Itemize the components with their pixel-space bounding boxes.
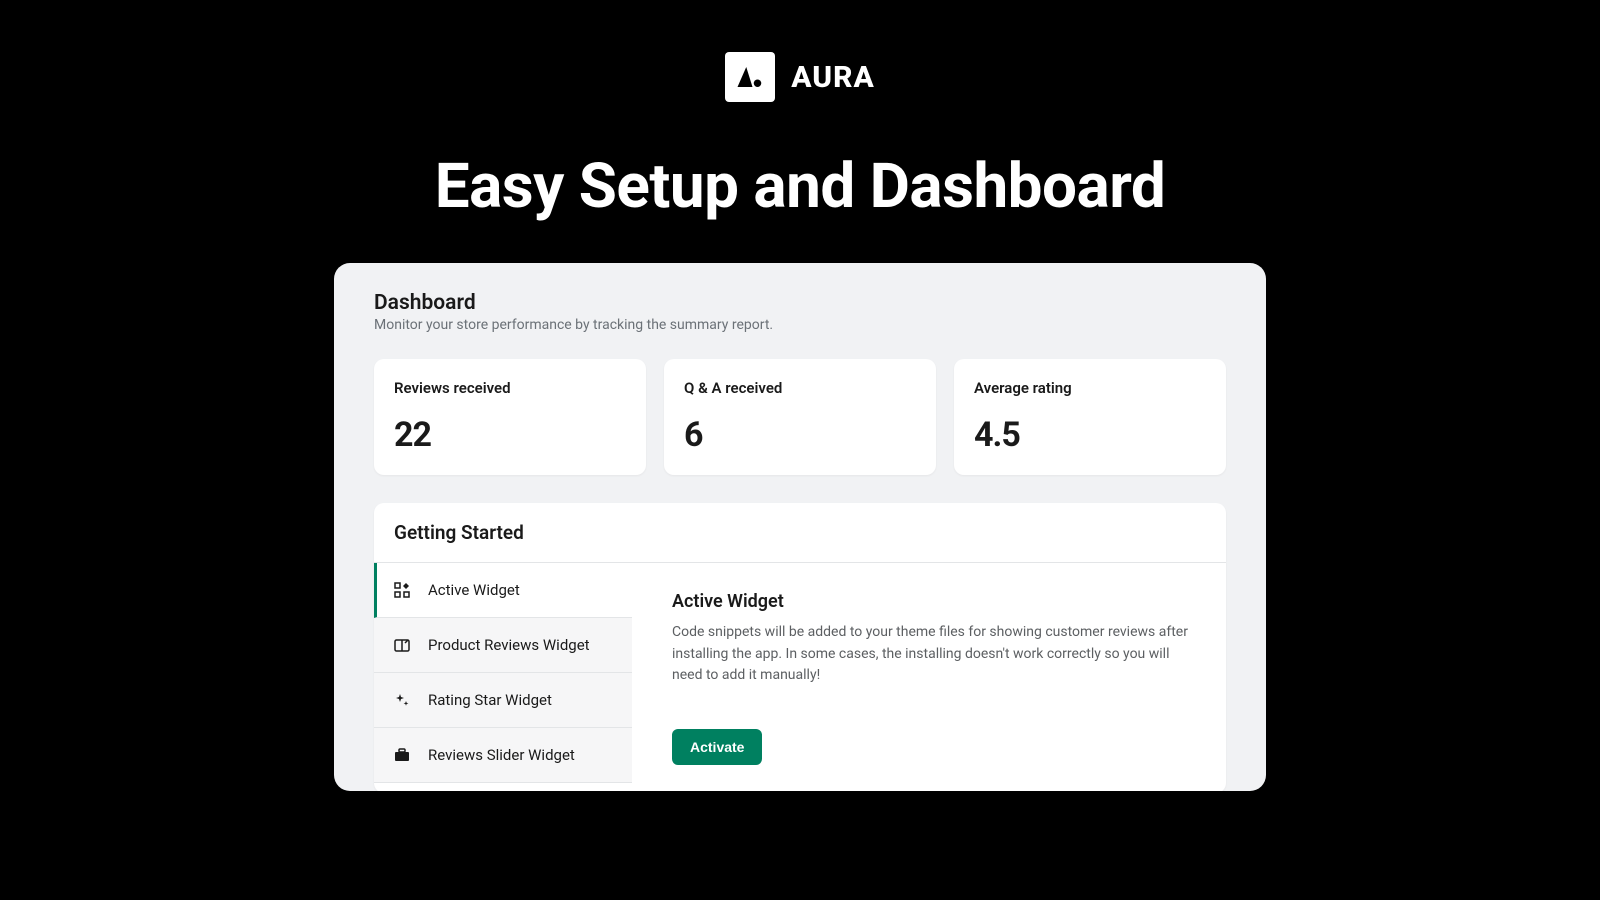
dashboard-panel: Dashboard Monitor your store performance… [334,263,1266,791]
dashboard-subtitle: Monitor your store performance by tracki… [374,317,1226,333]
hero-title: Easy Setup and Dashboard [435,150,1166,223]
getting-started-header: Getting Started [374,503,1226,563]
stat-label: Average rating [974,379,1206,397]
stat-label: Q & A received [684,379,916,397]
getting-started-card: Getting Started Active Widget Product Re… [374,503,1226,791]
sidebar-item-product-reviews[interactable]: Product Reviews Widget [374,618,632,673]
stat-card-reviews: Reviews received 22 [374,359,646,475]
brand: AURA [725,52,875,102]
getting-started-sidebar: Active Widget Product Reviews Widget Rat… [374,563,632,791]
sidebar-item-label: Product Reviews Widget [428,636,590,654]
briefcase-icon [394,747,410,763]
dashboard-title: Dashboard [374,291,1226,315]
package-icon [394,637,410,653]
stat-value: 22 [394,415,626,455]
stat-value: 4.5 [974,415,1206,455]
sidebar-item-active-widget[interactable]: Active Widget [374,563,632,618]
sidebar-item-label: Reviews Slider Widget [428,746,575,764]
hero-header: AURA Easy Setup and Dashboard [0,0,1600,223]
brand-name: AURA [791,60,875,95]
stats-row: Reviews received 22 Q & A received 6 Ave… [374,359,1226,475]
content-description: Code snippets will be added to your them… [672,622,1198,687]
stat-label: Reviews received [394,379,626,397]
stat-value: 6 [684,415,916,455]
sparkle-icon [394,692,410,708]
stat-card-qa: Q & A received 6 [664,359,936,475]
sidebar-item-rating-star[interactable]: Rating Star Widget [374,673,632,728]
stat-card-rating: Average rating 4.5 [954,359,1226,475]
sidebar-item-label: Rating Star Widget [428,691,552,709]
sidebar-item-reviews-slider[interactable]: Reviews Slider Widget [374,728,632,783]
getting-started-content: Active Widget Code snippets will be adde… [632,563,1226,791]
getting-started-title: Getting Started [394,521,1206,544]
content-title: Active Widget [672,591,1198,612]
widget-icon [394,582,410,598]
getting-started-body: Active Widget Product Reviews Widget Rat… [374,563,1226,791]
brand-logo-icon [725,52,775,102]
activate-button[interactable]: Activate [672,729,762,765]
sidebar-item-label: Active Widget [428,581,520,599]
